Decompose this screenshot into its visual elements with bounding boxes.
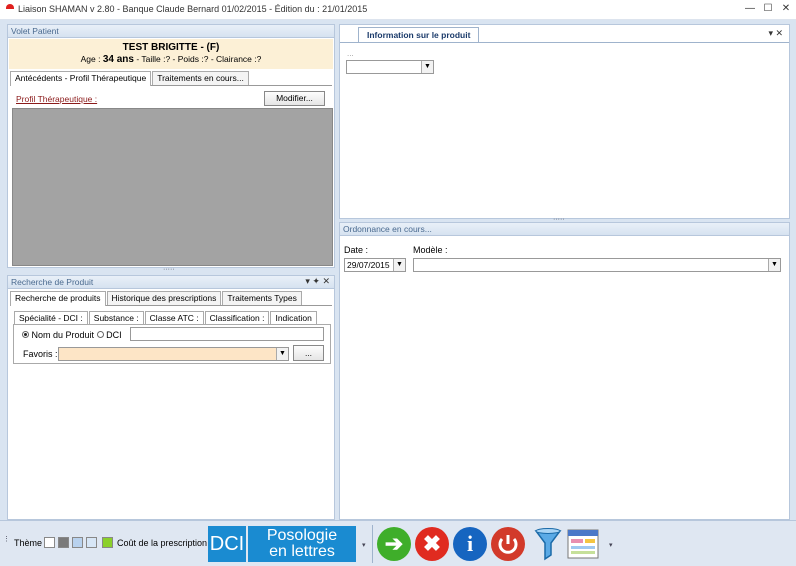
- theme-swatch-green[interactable]: [102, 537, 113, 548]
- theme-swatch-light-blue[interactable]: [86, 537, 97, 548]
- search-panel-title: Recherche de Produit: [11, 277, 94, 287]
- theme-swatch-blue[interactable]: [72, 537, 83, 548]
- splitter-grip[interactable]: ·····: [163, 266, 175, 273]
- modele-select[interactable]: ▼: [413, 258, 781, 272]
- radio-nom-label: Nom du Produit: [31, 330, 95, 340]
- patient-info: Age : 34 ans - Taille :? - Poids :? - Cl…: [9, 53, 333, 65]
- modifier-button[interactable]: Modifier...: [264, 91, 325, 106]
- profil-therapeutique-link[interactable]: Profil Thérapeutique :: [16, 94, 97, 104]
- subtab-specialite-dci[interactable]: Spécialité - DCI :: [14, 311, 88, 324]
- window-title: Liaison SHAMAN v 2.80 - Banque Claude Be…: [18, 4, 368, 14]
- subtab-classification[interactable]: Classification :: [204, 311, 270, 324]
- favoris-select[interactable]: ▼: [58, 347, 289, 361]
- chevron-down-icon: ▼: [768, 259, 780, 271]
- info-icon[interactable]: i: [453, 527, 487, 561]
- filter-icon[interactable]: [533, 527, 563, 561]
- posologie-line2: en lettres: [269, 543, 335, 560]
- radio-dci-label: DCI: [106, 330, 122, 340]
- chevron-down-icon: ▼: [393, 259, 405, 271]
- search-panel: Recherche de Produit ▾ ✦ ✕ Recherche de …: [7, 275, 335, 520]
- tab-historique[interactable]: Historique des prescriptions: [106, 291, 222, 305]
- minimize-button[interactable]: —: [743, 3, 757, 15]
- favoris-browse-button[interactable]: ...: [293, 345, 324, 361]
- info-tab-divider: [340, 42, 789, 43]
- theme-label: Thème :: [14, 538, 48, 548]
- ordonnance-panel: Ordonnance en cours... Date : 29/07/2015…: [339, 222, 790, 520]
- tab-antecedents[interactable]: Antécédents - Profil Thérapeutique: [10, 71, 152, 86]
- profil-content-area: [12, 108, 333, 266]
- tab-information-produit[interactable]: Information sur le produit: [358, 27, 480, 43]
- cout-prescription-label: Coût de la prescription €: [117, 538, 215, 548]
- search-input[interactable]: [130, 327, 324, 341]
- search-tabs: Recherche de produits Historique des pre…: [10, 291, 332, 306]
- posologie-lettres-button[interactable]: Posologie en lettres: [248, 526, 356, 562]
- tab-traitements-en-cours[interactable]: Traitements en cours...: [152, 71, 249, 85]
- window-list-icon[interactable]: [567, 529, 599, 559]
- search-box: Nom du Produit DCI Favoris : ▼ ...: [13, 324, 331, 364]
- cancel-icon[interactable]: ✖: [415, 527, 449, 561]
- tab-traitements-types[interactable]: Traitements Types: [222, 291, 302, 305]
- theme-swatch-gray[interactable]: [58, 537, 69, 548]
- app-icon: [6, 4, 14, 9]
- info-select[interactable]: ▼: [346, 60, 434, 74]
- chevron-down-icon: ▼: [276, 348, 288, 360]
- tab-recherche-produits[interactable]: Recherche de produits: [10, 291, 106, 306]
- subtab-indication[interactable]: Indication: [270, 311, 317, 324]
- patient-tabs: Antécédents - Profil Thérapeutique Trait…: [10, 71, 332, 86]
- info-panel: Information sur le produit ▾ ✕ ... ▼: [339, 24, 790, 219]
- age-label: Age :: [80, 54, 103, 64]
- search-panel-controls[interactable]: ▾ ✦ ✕: [305, 276, 330, 287]
- age-value: 34 ans: [102, 54, 134, 65]
- patient-measures: - Taille :? - Poids :? - Clairance :?: [133, 54, 262, 64]
- title-bar: Liaison SHAMAN v 2.80 - Banque Claude Be…: [0, 0, 796, 20]
- modele-label: Modèle :: [413, 245, 448, 255]
- date-label: Date :: [344, 245, 369, 255]
- patient-header: TEST BRIGITTE - (F) Age : 34 ans - Taill…: [9, 39, 333, 69]
- toolbar-grip[interactable]: ⋮: [3, 535, 10, 543]
- close-button[interactable]: ✕: [779, 3, 793, 15]
- bottom-toolbar: ⋮ Thème : Coût de la prescription € DCI …: [0, 520, 796, 566]
- chevron-down-icon: ▼: [421, 61, 433, 73]
- radio-nom-produit[interactable]: [22, 331, 29, 339]
- toolbar-separator: [372, 525, 373, 563]
- info-panel-controls[interactable]: ▾ ✕: [768, 28, 783, 39]
- favoris-label: Favoris :: [23, 349, 58, 359]
- power-stop-icon[interactable]: [491, 527, 525, 561]
- maximize-button[interactable]: ☐: [761, 3, 775, 15]
- patient-panel-caption: Volet Patient: [8, 25, 334, 38]
- subtab-classe-atc[interactable]: Classe ATC :: [144, 311, 204, 324]
- subtab-substance[interactable]: Substance :: [88, 311, 144, 324]
- validate-arrow-icon[interactable]: ➔: [377, 527, 411, 561]
- posologie-line1: Posologie: [266, 527, 338, 544]
- ordonnance-caption: Ordonnance en cours...: [340, 223, 789, 236]
- toolbar-overflow[interactable]: ▾: [609, 541, 613, 549]
- dci-button[interactable]: DCI: [208, 526, 246, 562]
- search-panel-caption: Recherche de Produit: [8, 276, 334, 289]
- date-picker[interactable]: 29/07/2015 ▼: [344, 258, 406, 272]
- theme-swatch-white[interactable]: [44, 537, 55, 548]
- date-value: 29/07/2015: [347, 260, 390, 270]
- info-dots: ...: [347, 49, 354, 58]
- patient-name: TEST BRIGITTE - (F): [122, 42, 220, 53]
- toolbar-overflow[interactable]: ▾: [362, 541, 366, 549]
- search-subtabs: Spécialité - DCI : Substance : Classe AT…: [14, 309, 332, 324]
- radio-dci[interactable]: [96, 331, 104, 339]
- search-mode-radios: Nom du Produit DCI: [22, 330, 122, 340]
- patient-panel: Volet Patient TEST BRIGITTE - (F) Age : …: [7, 24, 335, 268]
